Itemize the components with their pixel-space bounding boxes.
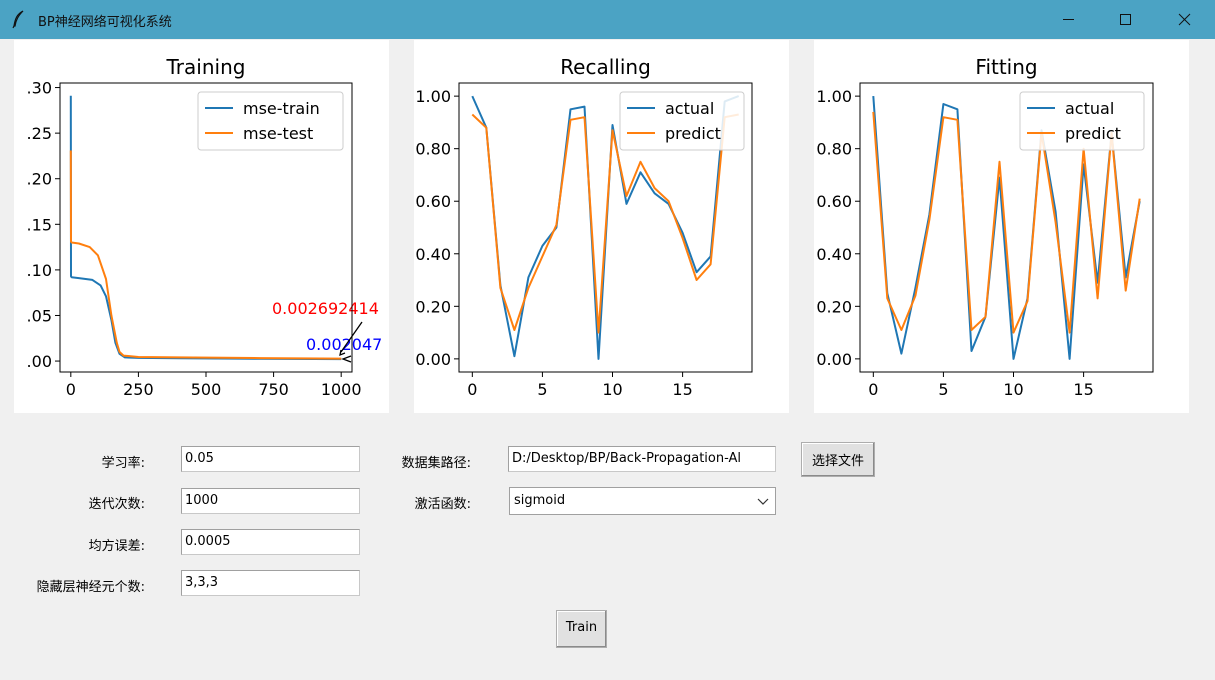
fitting-chart-canvas: Fitting 0 5 10 15 0.00 0.20 0.40 0.60 0.80 1.00 act… <box>816 55 1154 399</box>
train-button[interactable]: Train <box>556 610 607 648</box>
chevron-down-icon <box>757 498 769 505</box>
x-tick-label: 1000 <box>321 380 362 399</box>
iterations-label: 迭代次数: <box>88 497 145 512</box>
window-title: BP神经网络可视化系统 <box>38 15 172 30</box>
hidden-neurons-input[interactable]: 3,3,3 <box>181 570 360 596</box>
x-tick-label: 0 <box>467 380 477 399</box>
x-tick-label: 10 <box>1003 380 1023 399</box>
y-tick-label: .30 <box>27 79 52 98</box>
x-tick-label: 0 <box>66 380 76 399</box>
x-tick-label: 5 <box>537 380 547 399</box>
chart-title: Fitting <box>975 55 1037 79</box>
y-tick-label: 0.00 <box>415 350 451 369</box>
y-tick-label: 0.00 <box>816 350 852 369</box>
y-tick-label: .20 <box>27 170 52 189</box>
annotation-label: 0.002047 <box>306 335 382 354</box>
hidden-neurons-label: 隐藏层神经元个数: <box>36 580 145 595</box>
y-tick-label: .10 <box>27 261 52 280</box>
y-tick-label: 1.00 <box>816 87 852 106</box>
chart-title: Training <box>166 55 246 79</box>
x-tick-label: 15 <box>1073 380 1093 399</box>
learning-rate-label: 学习率: <box>101 456 145 471</box>
choose-file-button[interactable]: 选择文件 <box>801 442 875 477</box>
y-tick-label: .05 <box>27 306 52 325</box>
y-tick-label: 0.40 <box>415 245 451 264</box>
legend-label: predict <box>1065 124 1121 143</box>
recalling-chart-canvas: Recalling 0 5 10 15 0.00 0.20 0.40 0.60 0.80 1.00 a… <box>415 55 753 399</box>
y-tick-label: 0.60 <box>816 192 852 211</box>
annotation-arrowhead <box>341 355 352 363</box>
x-tick-label: 10 <box>602 380 622 399</box>
x-tick-label: 0 <box>868 380 878 399</box>
x-tick-label: 15 <box>672 380 692 399</box>
legend-label: predict <box>665 124 721 143</box>
x-tick-label: 250 <box>123 380 154 399</box>
dataset-path-input[interactable]: D:/Desktop/BP/Back-Propagation-Al <box>508 446 776 472</box>
series-line-mse-test <box>69 150 342 360</box>
dataset-path-label: 数据集路径: <box>401 456 471 471</box>
y-tick-label: .25 <box>27 124 52 143</box>
x-tick-label: 500 <box>191 380 222 399</box>
fitting-chart: Fitting 0 5 10 15 0.00 0.20 0.40 0.60 0.80 1.00 act… <box>814 40 1189 413</box>
legend-label: actual <box>665 99 714 118</box>
recalling-chart: Recalling 0 5 10 15 0.00 0.20 0.40 0.60 0.80 1.00 a… <box>414 40 789 413</box>
close-icon <box>1178 13 1191 26</box>
x-tick-label: 750 <box>258 380 289 399</box>
legend-label: mse-test <box>243 124 313 143</box>
training-chart: Training 0.002692414 0.002047 0 250 500 750 100… <box>14 40 389 413</box>
minimize-icon <box>1063 19 1074 20</box>
x-tick-label: 5 <box>938 380 948 399</box>
feather-icon <box>8 8 30 30</box>
y-tick-label: .15 <box>27 215 52 234</box>
activation-select-value: sigmoid <box>514 493 566 508</box>
y-tick-label: 1.00 <box>415 87 451 106</box>
activation-select[interactable]: sigmoid <box>509 487 776 515</box>
maximize-button[interactable] <box>1098 0 1156 39</box>
title-bar: BP神经网络可视化系统 <box>0 0 1215 39</box>
close-button[interactable] <box>1156 0 1214 39</box>
y-tick-label: 0.20 <box>816 297 852 316</box>
chart-title: Recalling <box>560 55 651 79</box>
y-tick-label: .00 <box>27 352 52 371</box>
y-tick-label: 0.20 <box>415 297 451 316</box>
activation-label: 激活函数: <box>414 497 471 512</box>
legend-label: mse-train <box>243 99 320 118</box>
maximize-icon <box>1120 14 1131 25</box>
y-tick-label: 0.60 <box>415 192 451 211</box>
minimize-button[interactable] <box>1040 0 1098 39</box>
y-tick-label: 0.80 <box>816 140 852 159</box>
mse-target-input[interactable]: 0.0005 <box>181 529 360 555</box>
y-tick-label: 0.80 <box>415 140 451 159</box>
y-tick-label: 0.40 <box>816 245 852 264</box>
annotation-label: 0.002692414 <box>272 299 379 318</box>
training-chart-canvas: Training 0.002692414 0.002047 0 250 500 750 100… <box>27 55 383 399</box>
mse-target-label: 均方误差: <box>88 539 145 554</box>
legend-label: actual <box>1065 99 1114 118</box>
